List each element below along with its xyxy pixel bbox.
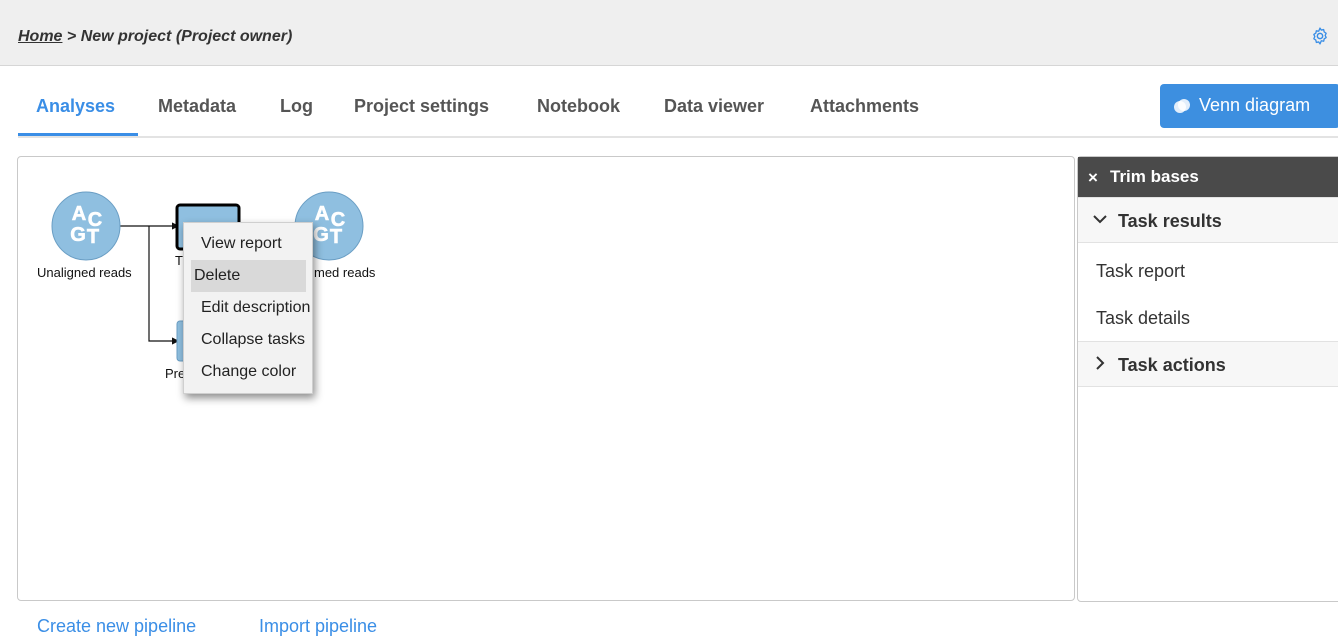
breadcrumb-home-link[interactable]: Home [18,28,62,45]
acgt-icon: A C G T [70,203,103,249]
unaligned-reads-node: A C G T [51,191,121,261]
tab-data-viewer[interactable]: Data viewer [664,96,764,117]
menu-item-view-report[interactable]: View report [191,228,306,260]
breadcrumb-separator: > [62,28,81,45]
section-task-results[interactable]: Task results [1078,197,1338,243]
venn-icon [1174,99,1190,113]
panel-title-bar: × Trim bases [1078,157,1338,197]
svg-text:T: T [87,226,99,248]
svg-text:T: T [330,226,342,248]
breadcrumb: Home > New project (Project owner) [18,28,292,46]
node-context-menu: View report Delete Edit description Coll… [183,222,313,394]
close-icon[interactable]: × [1088,168,1098,188]
svg-text:G: G [313,224,329,246]
tab-notebook[interactable]: Notebook [537,96,620,117]
breadcrumb-current: New project (Project owner) [80,28,293,45]
link-task-details[interactable]: Task details [1096,308,1190,329]
tab-analyses[interactable]: Analyses [36,96,115,117]
link-task-report[interactable]: Task report [1096,261,1185,282]
menu-item-edit-description[interactable]: Edit description [191,292,310,324]
svg-text:G: G [70,224,86,246]
venn-diagram-label: Venn diagram [1199,95,1311,115]
tab-project-settings[interactable]: Project settings [354,96,489,117]
tab-attachments[interactable]: Attachments [810,96,919,117]
node-label-trimmed-reads: med reads [314,265,376,280]
section-task-actions[interactable]: Task actions [1078,341,1338,387]
svg-text:A: A [72,203,86,225]
chevron-down-icon [1093,215,1107,224]
tab-bar: Analyses Metadata Log Project settings N… [18,86,1338,138]
menu-item-change-color[interactable]: Change color [191,356,306,388]
tab-log[interactable]: Log [280,96,313,117]
chevron-right-icon [1096,356,1105,370]
active-tab-indicator [18,133,138,136]
section-label-task-results: Task results [1118,211,1222,231]
section-label-task-actions: Task actions [1118,355,1226,375]
venn-diagram-button[interactable]: Venn diagram [1160,84,1338,128]
edge-unaligned-to-pre [148,226,180,345]
node-label-unaligned-reads: Unaligned reads [37,265,132,280]
top-bar: Home > New project (Project owner) [0,0,1338,66]
acgt-icon: A C G T [313,203,346,249]
gear-icon[interactable] [1310,26,1330,46]
menu-item-delete[interactable]: Delete [191,260,306,292]
panel-title: Trim bases [1110,167,1199,186]
task-side-panel: × Trim bases Task results Task report Ta… [1077,156,1338,602]
menu-item-collapse-tasks[interactable]: Collapse tasks [191,324,306,356]
tab-metadata[interactable]: Metadata [158,96,236,117]
pipeline-canvas[interactable]: A C G T A C G T Unaligned reads Tr med r… [17,156,1075,601]
svg-text:A: A [315,203,329,225]
